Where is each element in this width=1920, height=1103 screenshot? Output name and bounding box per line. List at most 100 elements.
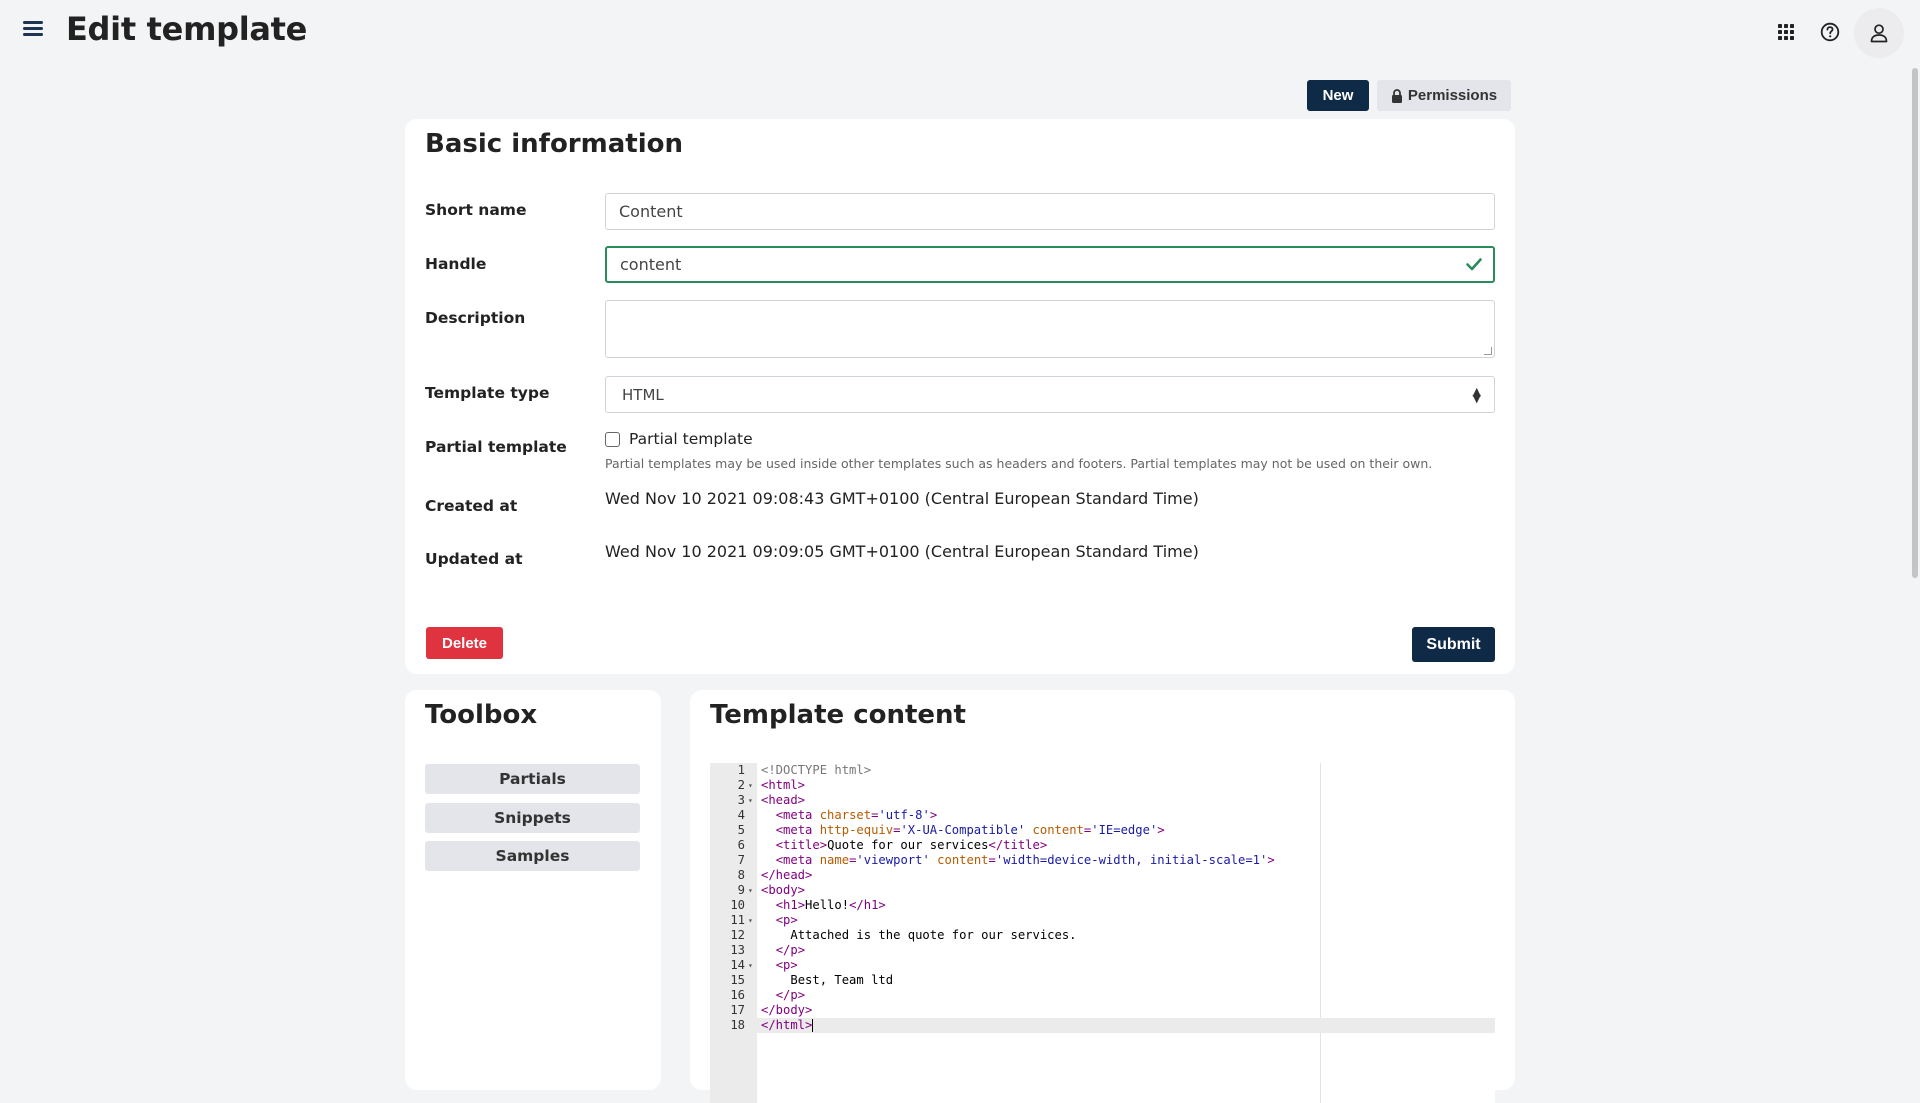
partial-template-label: Partial template [425, 438, 567, 456]
apps-grid-icon[interactable] [1770, 16, 1802, 48]
page-title: Edit template [66, 10, 308, 48]
fold-arrow-icon[interactable]: ▾ [748, 883, 753, 898]
code-text: <p> [775, 913, 798, 927]
code-text: <h1>Hello!</h1> [775, 898, 886, 912]
fold-arrow-icon[interactable]: ▾ [748, 793, 753, 808]
line-number: 1 [737, 763, 745, 777]
code-line[interactable]: 4 <meta charset='utf-8'> [710, 808, 1495, 823]
line-number: 8 [737, 868, 745, 882]
line-number: 4 [737, 808, 745, 822]
code-text: <p> [775, 958, 798, 972]
line-number: 5 [737, 823, 745, 837]
permissions-button[interactable]: Permissions [1377, 80, 1511, 111]
code-text: <html> [761, 778, 806, 792]
line-number: 14 [730, 958, 745, 972]
code-line[interactable]: 7 <meta name='viewport' content='width=d… [710, 853, 1495, 868]
code-text: <body> [761, 883, 806, 897]
handle-input[interactable]: content [605, 246, 1495, 283]
fold-arrow-icon[interactable]: ▾ [748, 958, 753, 973]
line-number: 3 [737, 793, 745, 807]
updated-at-label: Updated at [425, 550, 523, 568]
top-bar: Edit template [0, 0, 1920, 64]
fold-arrow-icon[interactable]: ▾ [748, 913, 753, 928]
line-number: 7 [737, 853, 745, 867]
code-line[interactable]: 17 </body> [710, 1003, 1495, 1018]
fold-arrow-icon[interactable]: ▾ [748, 778, 753, 793]
line-number: 11 [730, 913, 745, 927]
code-text: <title>Quote for our services</title> [775, 838, 1048, 852]
basic-information-card: Basic information Short name Content Han… [405, 119, 1515, 674]
code-line[interactable]: 9 ▾ <body> [710, 883, 1495, 898]
code-lines: 1 <!DOCTYPE html> 2 ▾ <html> 3 ▾ <head> 4 <meta … [710, 763, 1495, 1033]
line-number: 13 [730, 943, 745, 957]
user-icon[interactable] [1854, 8, 1904, 58]
code-line[interactable]: 18 </html> [710, 1018, 1495, 1033]
resize-handle-icon[interactable] [1484, 347, 1492, 355]
updated-at-value: Wed Nov 10 2021 09:09:05 GMT+0100 (Centr… [605, 542, 1199, 561]
code-text: </head> [761, 868, 813, 882]
code-text: <meta http-equiv='X-UA-Compatible' conte… [775, 823, 1165, 837]
code-text: </body> [761, 1003, 813, 1017]
partial-template-help: Partial templates may be used inside oth… [605, 456, 1433, 471]
line-number: 6 [737, 838, 745, 852]
code-line[interactable]: 16 </p> [710, 988, 1495, 1003]
template-content-title: Template content [710, 700, 966, 730]
code-line[interactable]: 10 <h1>Hello!</h1> [710, 898, 1495, 913]
text-cursor [812, 1019, 814, 1032]
short-name-input[interactable]: Content [605, 193, 1495, 230]
template-type-value: HTML [622, 385, 664, 404]
code-text: <!DOCTYPE html> [761, 763, 872, 777]
code-text: Best, Team ltd [790, 973, 894, 987]
toolbox-card: Toolbox Partials Snippets Samples [405, 690, 661, 1090]
checkmark-icon [1466, 258, 1482, 271]
code-line[interactable]: 14 ▾ <p> [710, 958, 1495, 973]
partial-template-checkbox[interactable] [605, 432, 620, 447]
short-name-label: Short name [425, 201, 527, 219]
submit-button[interactable]: Submit [1412, 627, 1495, 662]
toolbox-title: Toolbox [425, 700, 538, 730]
lock-icon [1391, 88, 1402, 103]
code-line[interactable]: 11 ▾ <p> [710, 913, 1495, 928]
line-number: 16 [730, 988, 745, 1002]
help-circle-icon[interactable] [1814, 16, 1846, 48]
line-number: 10 [730, 898, 745, 912]
toolbox-samples-button[interactable]: Samples [425, 841, 640, 871]
delete-button[interactable]: Delete [426, 627, 503, 659]
line-number: 17 [730, 1003, 745, 1017]
code-line[interactable]: 15 Best, Team ltd [710, 973, 1495, 988]
line-number: 9 [737, 883, 745, 897]
short-name-value: Content [619, 202, 683, 221]
code-line[interactable]: 13 </p> [710, 943, 1495, 958]
line-number: 12 [730, 928, 745, 942]
template-type-select[interactable]: HTML ▲ ▼ [605, 376, 1495, 413]
select-arrows-icon: ▲ ▼ [1472, 384, 1481, 405]
created-at-label: Created at [425, 497, 518, 515]
code-editor[interactable]: 1 <!DOCTYPE html> 2 ▾ <html> 3 ▾ <head> 4 <meta … [710, 763, 1495, 1103]
code-line[interactable]: 2 ▾ <html> [710, 778, 1495, 793]
line-number: 15 [730, 973, 745, 987]
code-text: </p> [775, 943, 806, 957]
code-line[interactable]: 12 Attached is the quote for our service… [710, 928, 1495, 943]
code-line[interactable]: 1 <!DOCTYPE html> [710, 763, 1495, 778]
description-label: Description [425, 309, 526, 327]
code-text: </p> [775, 988, 806, 1002]
code-text: </html> [761, 1018, 814, 1032]
code-line[interactable]: 3 ▾ <head> [710, 793, 1495, 808]
handle-label: Handle [425, 255, 487, 273]
toolbox-snippets-button[interactable]: Snippets [425, 803, 640, 833]
code-line[interactable]: 8 </head> [710, 868, 1495, 883]
page-scrollbar-thumb[interactable] [1912, 68, 1918, 578]
code-text: <meta charset='utf-8'> [775, 808, 938, 822]
line-number: 18 [730, 1018, 745, 1032]
permissions-label: Permissions [1407, 87, 1498, 104]
new-button[interactable]: New [1307, 80, 1369, 111]
description-textarea[interactable] [605, 300, 1495, 358]
code-text: <meta name='viewport' content='width=dev… [775, 853, 1275, 867]
partial-template-checkbox-label[interactable]: Partial template [629, 430, 753, 448]
code-line[interactable]: 5 <meta http-equiv='X-UA-Compatible' con… [710, 823, 1495, 838]
toolbox-partials-button[interactable]: Partials [425, 764, 640, 794]
hamburger-menu-icon[interactable] [20, 18, 46, 44]
template-content-card: Template content 1 <!DOCTYPE html> 2 ▾ <html… [690, 690, 1515, 1103]
code-line[interactable]: 6 <title>Quote for our services</title> [710, 838, 1495, 853]
line-number: 2 [737, 778, 745, 792]
